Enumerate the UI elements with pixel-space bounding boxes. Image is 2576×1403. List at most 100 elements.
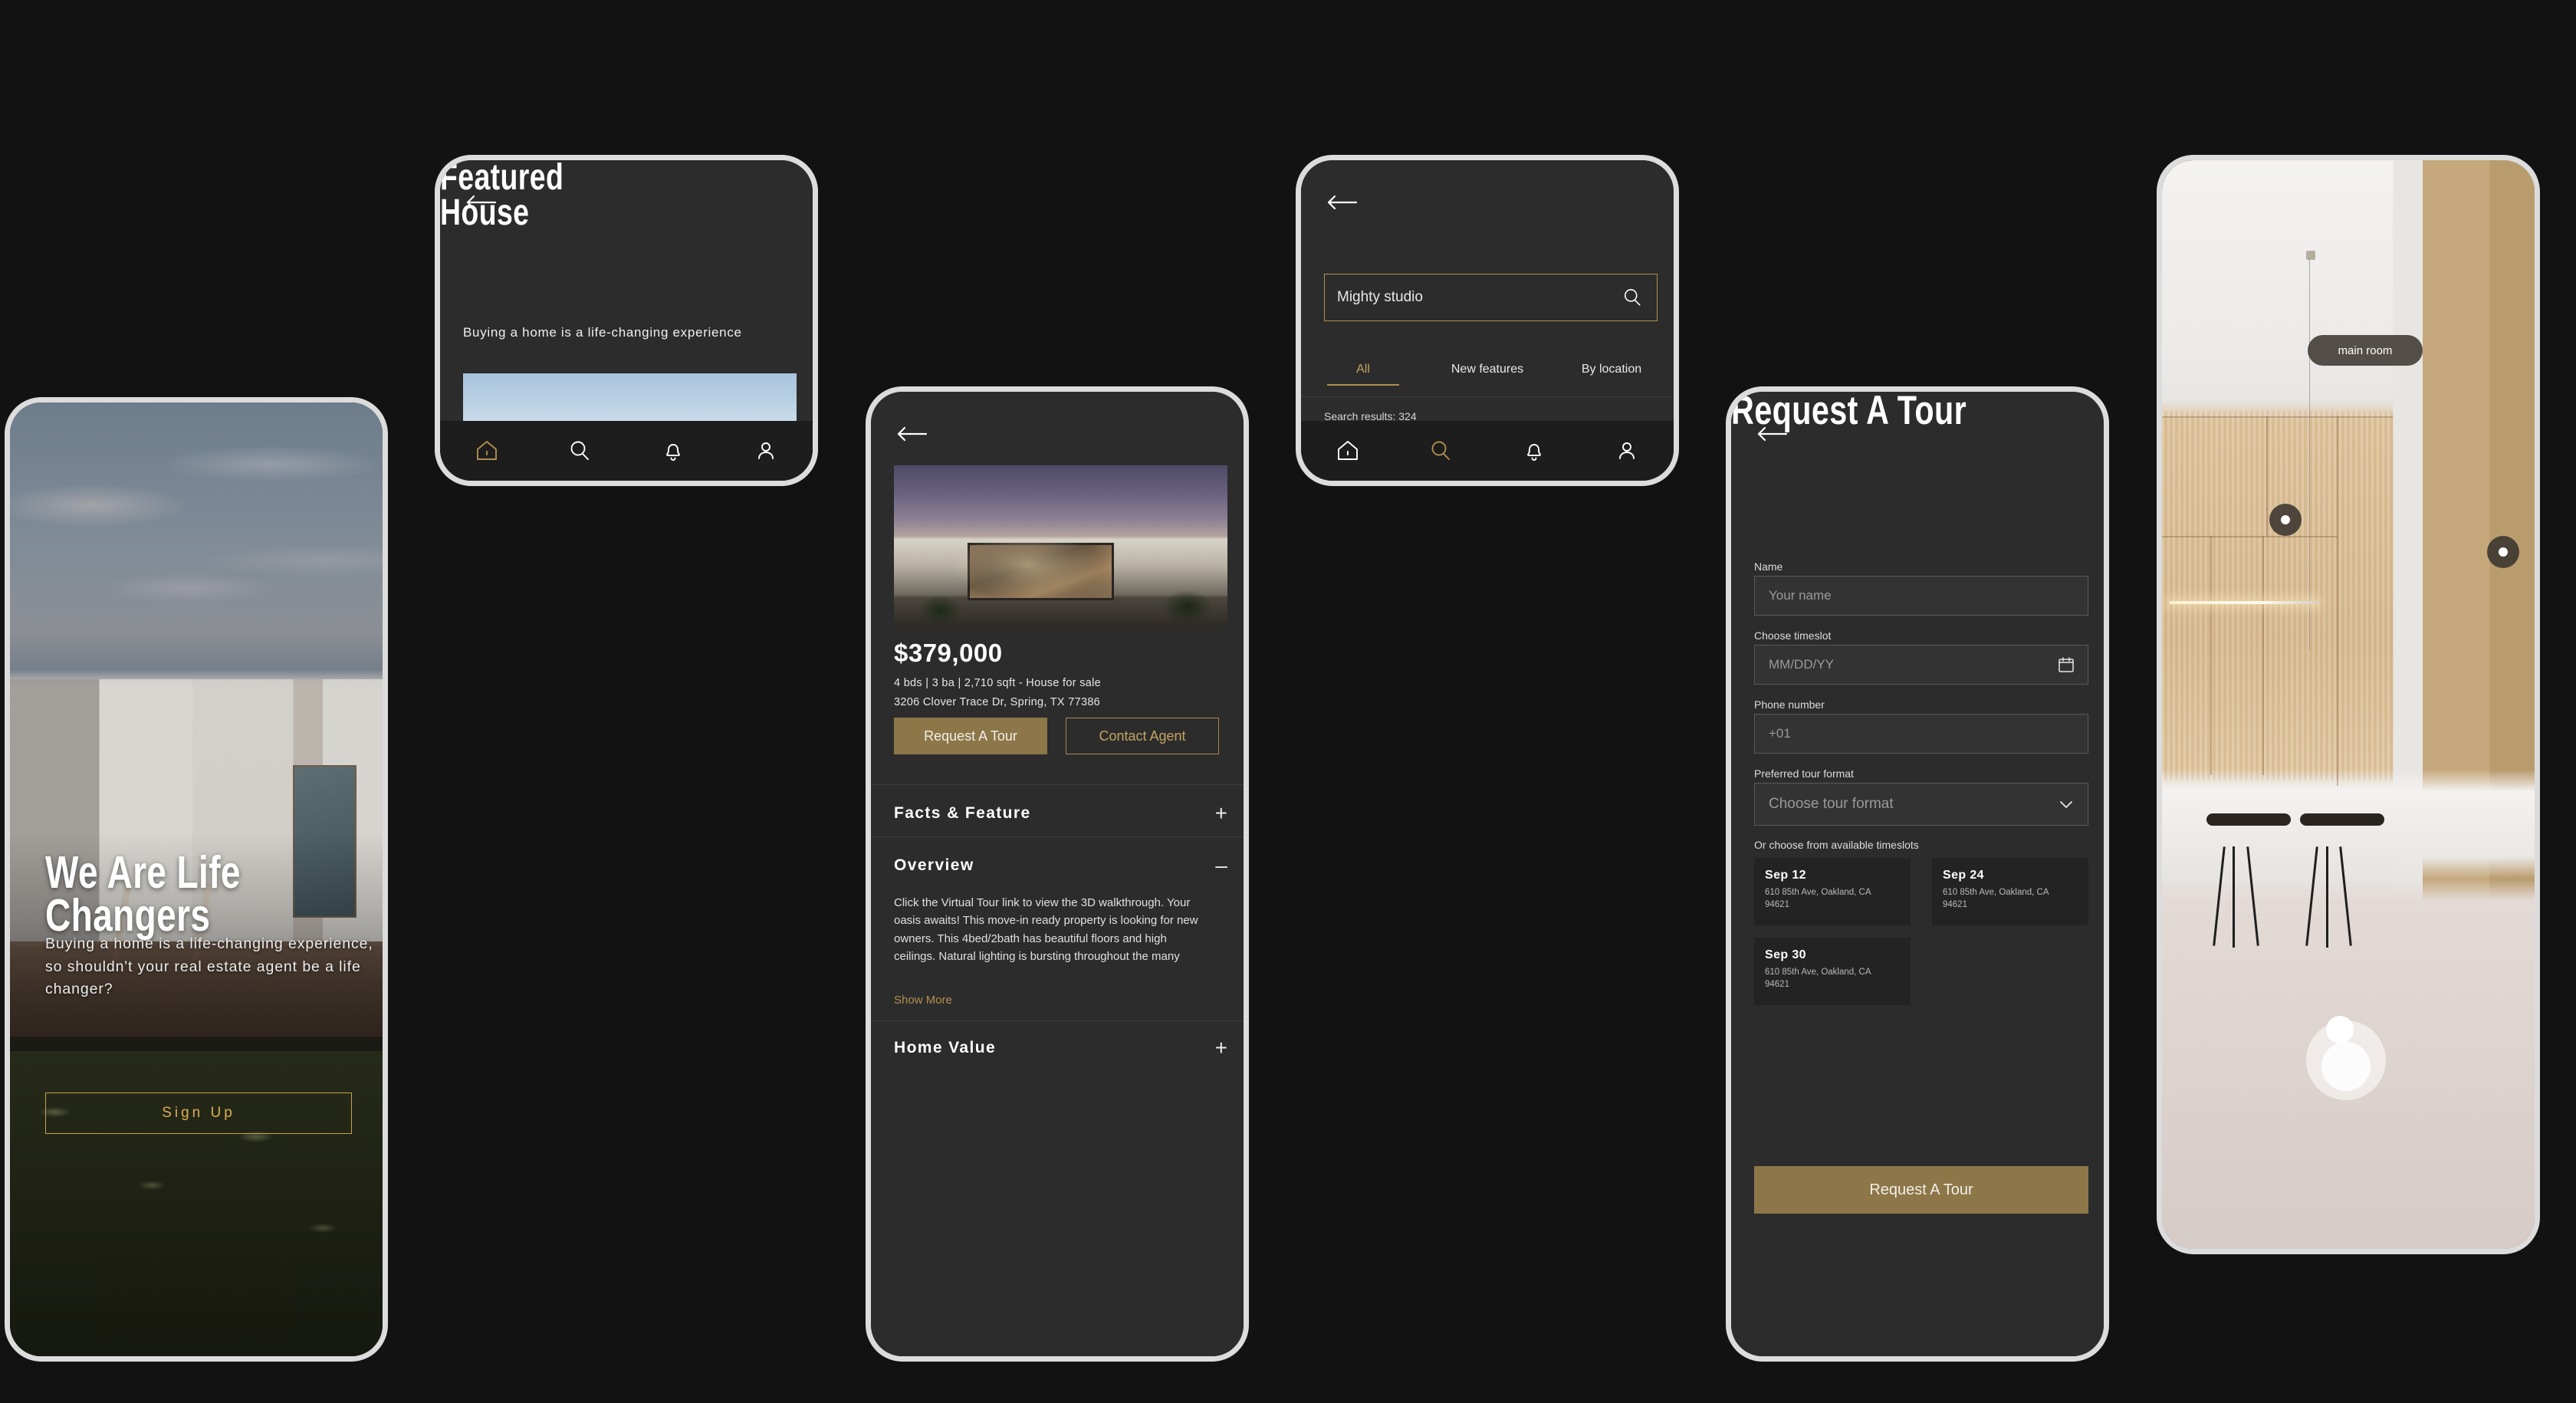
timeslot-card[interactable]: Sep 24 610 85th Ave, Oakland, CA 94621	[1932, 858, 2088, 925]
timeslot-address: 610 85th Ave, Oakland, CA 94621	[1943, 888, 2049, 909]
cabinet-seam	[2162, 416, 2394, 418]
search-icon	[1431, 441, 1451, 460]
featured-heading: Featured House	[440, 160, 564, 233]
timeslot-card[interactable]: Sep 30 610 85th Ave, Oakland, CA 94621	[1754, 938, 1911, 1005]
search-field[interactable]	[1324, 274, 1658, 321]
chevron-down-icon	[2060, 801, 2072, 808]
hotspot-cabinet[interactable]	[2269, 504, 2302, 536]
bottom-tab-bar	[440, 421, 813, 481]
timeslot-label: Choose timeslot	[1754, 629, 1832, 642]
tab-profile[interactable]	[753, 438, 779, 464]
tab-profile[interactable]	[1614, 438, 1640, 464]
phone-search: All New features By location Search resu…	[1296, 155, 1679, 486]
room-label-chip[interactable]: main room	[2308, 335, 2423, 366]
tab-notifications[interactable]	[660, 438, 686, 464]
phone-placeholder: +01	[1769, 726, 1791, 741]
tab-home[interactable]	[1335, 438, 1361, 464]
hotspot-door[interactable]	[2487, 536, 2519, 568]
accordion-facts-and-feature[interactable]: Facts & Feature +	[894, 801, 1227, 826]
arrow-left-icon	[1327, 195, 1358, 210]
search-icon	[570, 441, 590, 460]
accordion-title: Overview	[894, 856, 974, 874]
sign-up-button[interactable]: Sign Up	[45, 1092, 352, 1134]
bell-icon	[665, 444, 680, 461]
hero-heading: We Are Life Changers	[45, 847, 241, 941]
search-input[interactable]	[1325, 289, 1615, 306]
timeslot-address: 610 85th Ave, Oakland, CA 94621	[1765, 968, 1871, 989]
timeslot-date: Sep 24	[1943, 869, 1984, 882]
joystick-inner	[2321, 1042, 2371, 1091]
search-submit-icon[interactable]	[1615, 281, 1649, 314]
tab-new-features[interactable]: New features	[1425, 363, 1549, 386]
canvas: We Are Life Changers Buying a home is a …	[0, 0, 2576, 1403]
accordion-overview[interactable]: Overview –	[894, 853, 1227, 878]
tab-all[interactable]: All	[1301, 363, 1425, 386]
name-placeholder: Your name	[1769, 588, 1832, 603]
listing-photo[interactable]	[894, 465, 1227, 626]
tab-home[interactable]	[474, 438, 500, 464]
divider	[871, 836, 1244, 837]
cabinet-seam	[2210, 535, 2213, 776]
tab-search[interactable]	[567, 438, 593, 464]
listing-address: 3206 Clover Trace Dr, Spring, TX 77386	[894, 696, 1101, 708]
hero-subheading: Buying a home is a life-changing experie…	[45, 935, 373, 998]
bottom-tab-bar	[1301, 421, 1674, 481]
timeslot-field[interactable]: MM/DD/YY	[1754, 645, 2088, 685]
screen-hero-signup: We Are Life Changers Buying a home is a …	[10, 402, 383, 1356]
back-button[interactable]	[894, 422, 929, 445]
tab-label: By location	[1581, 363, 1642, 376]
phone-request-a-tour: Request A Tour Name Your name Choose tim…	[1726, 386, 2109, 1362]
home-icon	[476, 441, 497, 460]
calendar-icon-wrap[interactable]	[2057, 656, 2075, 674]
pendant-ceiling-mount	[2305, 250, 2315, 260]
listing-price: $379,000	[894, 639, 1003, 667]
overview-text: Click the Virtual Tour link to view the …	[894, 896, 1198, 963]
user-icon	[1619, 442, 1635, 459]
name-label: Name	[1754, 560, 1783, 573]
screen-search: All New features By location Search resu…	[1301, 160, 1674, 481]
phone-field[interactable]: +01	[1754, 714, 2088, 754]
submit-request-a-tour-button[interactable]: Request A Tour	[1754, 1166, 2088, 1214]
show-more-link[interactable]: Show More	[894, 994, 952, 1007]
phone-label: Phone number	[1754, 698, 1825, 711]
tab-notifications[interactable]	[1521, 438, 1547, 464]
navigation-joystick[interactable]	[2306, 1016, 2386, 1100]
divider	[871, 1020, 1244, 1021]
tour-format-placeholder: Choose tour format	[1769, 796, 1894, 812]
accordion-toggle-icon: –	[1215, 853, 1227, 877]
screen-featured-house-content: Featured House Buying a home is a life-c…	[440, 160, 813, 481]
cabinet-seam	[2162, 535, 2338, 537]
tab-search[interactable]	[1428, 438, 1454, 464]
phone-hero-signup: We Are Life Changers Buying a home is a …	[5, 397, 388, 1362]
featured-subheading: Buying a home is a life-changing experie…	[463, 325, 742, 340]
linear-light-strip	[2169, 601, 2319, 605]
arrow-left-icon	[897, 426, 928, 442]
timeslot-date: Sep 30	[1765, 948, 1806, 961]
bell-icon	[1526, 444, 1541, 461]
chevron-down-icon-wrap[interactable]	[2057, 795, 2075, 813]
tab-by-location[interactable]: By location	[1549, 363, 1674, 386]
tour-format-select[interactable]: Choose tour format	[1754, 783, 2088, 826]
cabinet-wood-grain	[2162, 410, 2394, 781]
phone-featured-house-frame: Featured House Buying a home is a life-c…	[435, 155, 818, 486]
screen-listing-detail: $379,000 4 bds | 3 ba | 2,710 sqft - Hou…	[871, 392, 1244, 1356]
photo-interior-glow	[954, 542, 1101, 598]
available-timeslots-label: Or choose from available timeslots	[1754, 839, 1919, 851]
phone-virtual-tour: main room	[2157, 155, 2540, 1254]
accordion-home-value[interactable]: Home Value +	[894, 1036, 1227, 1060]
bar-stool-seat	[2206, 813, 2292, 826]
contact-agent-button[interactable]: Contact Agent	[1066, 718, 1219, 754]
search-icon	[1624, 289, 1641, 306]
calendar-icon	[2058, 657, 2074, 672]
hotspot-dot	[2499, 547, 2508, 557]
back-button[interactable]	[1324, 191, 1359, 214]
listing-specs: 4 bds | 3 ba | 2,710 sqft - House for sa…	[894, 677, 1102, 689]
request-a-tour-button[interactable]: Request A Tour	[894, 718, 1047, 754]
timeslot-card[interactable]: Sep 12 610 85th Ave, Oakland, CA 94621	[1754, 858, 1911, 925]
phone-listing-detail: $379,000 4 bds | 3 ba | 2,710 sqft - Hou…	[866, 386, 1249, 1362]
joystick-nub	[2326, 1016, 2354, 1043]
name-field[interactable]: Your name	[1754, 576, 2088, 616]
tour-format-label: Preferred tour format	[1754, 767, 1854, 780]
user-icon	[758, 442, 774, 459]
screen-virtual-tour: main room	[2162, 160, 2535, 1249]
